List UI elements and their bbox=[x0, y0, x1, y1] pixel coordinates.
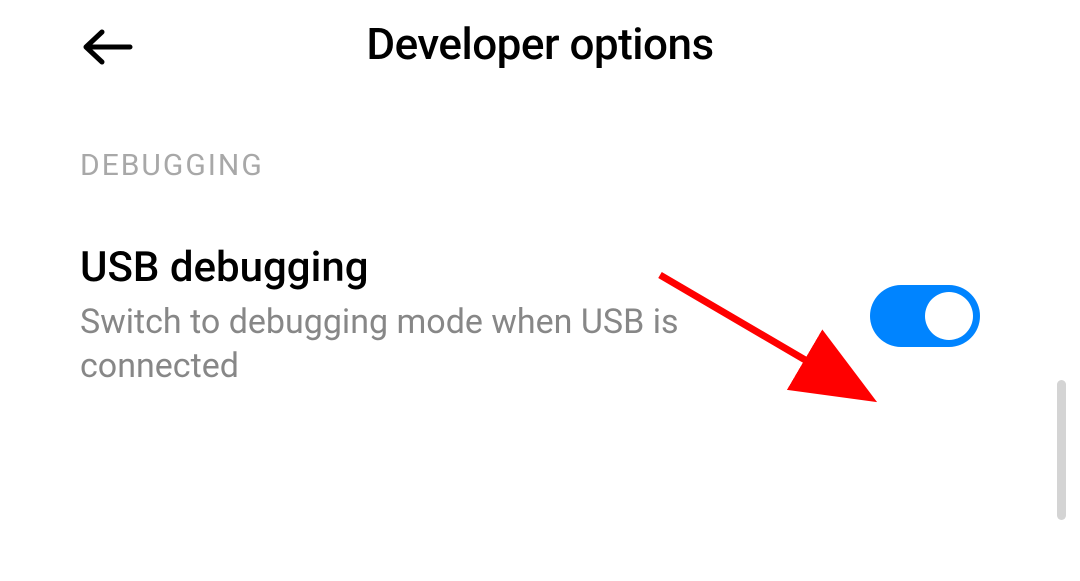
scroll-indicator[interactable] bbox=[1057, 380, 1066, 520]
setting-title: USB debugging bbox=[80, 243, 830, 292]
header-bar: Developer options bbox=[0, 0, 1080, 88]
setting-description: Switch to debugging mode when USB is con… bbox=[80, 300, 830, 388]
back-arrow-icon[interactable] bbox=[80, 28, 134, 70]
content-area: DEBUGGING USB debugging Switch to debugg… bbox=[0, 88, 1080, 388]
toggle-thumb bbox=[925, 292, 973, 340]
setting-text: USB debugging Switch to debugging mode w… bbox=[80, 243, 870, 388]
usb-debugging-toggle[interactable] bbox=[870, 285, 980, 347]
page-title: Developer options bbox=[70, 18, 1010, 70]
section-label-debugging: DEBUGGING bbox=[80, 148, 1000, 183]
setting-row-usb-debugging[interactable]: USB debugging Switch to debugging mode w… bbox=[80, 243, 1000, 388]
